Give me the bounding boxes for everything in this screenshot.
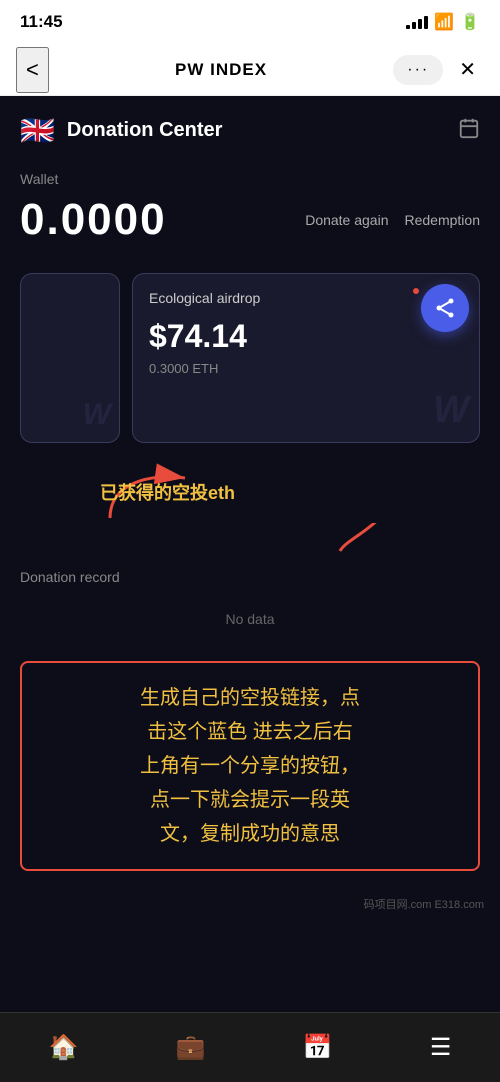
main-content: 🇬🇧 Donation Center Wallet 0.0000 Donate … — [0, 96, 500, 1012]
annotation-arrows — [20, 463, 480, 523]
home-icon: 🏠 — [49, 1033, 79, 1062]
small-card: W — [20, 273, 120, 443]
wallet-amount: 0.0000 — [20, 195, 167, 245]
donation-record-section: Donation record No data — [0, 553, 500, 651]
tab-menu[interactable]: ☰ — [410, 1025, 472, 1070]
signal-icon — [406, 15, 428, 29]
header-section: 🇬🇧 Donation Center — [0, 96, 500, 161]
wallet-actions: Donate again Redemption — [305, 208, 480, 232]
header-left: 🇬🇧 Donation Center — [20, 114, 222, 147]
annotation-box: 生成自己的空投链接，点 击这个蓝色 进去之后右 上角有一个分享的按钮， 点一下就… — [20, 661, 480, 871]
tab-calendar[interactable]: 📅 — [283, 1025, 353, 1070]
watermark-section: 码项目网.com E318.com — [0, 891, 500, 993]
no-data-text: No data — [20, 597, 480, 645]
card-watermark-right: W — [433, 389, 469, 432]
card-section: W Ecological airdrop $74.14 0.3000 ETH W — [0, 263, 500, 463]
airdrop-share-button[interactable] — [421, 284, 469, 332]
annotation-text: 生成自己的空投链接，点 击这个蓝色 进去之后右 上角有一个分享的按钮， 点一下就… — [38, 681, 462, 851]
status-icons: 📶 🔋 — [406, 12, 480, 32]
watermark-text: 码项目网.com E318.com — [364, 899, 484, 911]
calendar-tab-icon: 📅 — [303, 1033, 333, 1062]
tab-bar: 🏠 💼 📅 ☰ — [0, 1012, 500, 1082]
menu-icon: ☰ — [430, 1033, 452, 1062]
card-watermark-left: W — [83, 398, 111, 432]
donate-again-button[interactable]: Donate again — [305, 208, 388, 232]
battery-icon: 🔋 — [460, 12, 480, 32]
airdrop-dot — [413, 288, 419, 294]
nav-bar: < PW INDEX ··· ✕ — [0, 44, 500, 96]
back-button[interactable]: < — [16, 47, 49, 93]
blue-button-arrow — [20, 523, 480, 553]
wallet-icon: 💼 — [176, 1033, 206, 1062]
wifi-icon: 📶 — [434, 12, 454, 32]
redemption-button[interactable]: Redemption — [405, 208, 481, 232]
arrow-section-2 — [0, 523, 500, 553]
donation-record-title: Donation record — [20, 569, 480, 585]
nav-actions: ··· ✕ — [393, 53, 484, 86]
airdrop-amount: $74.14 — [149, 318, 463, 355]
tab-home[interactable]: 🏠 — [29, 1025, 99, 1070]
wallet-row: 0.0000 Donate again Redemption — [20, 195, 480, 245]
calendar-icon[interactable] — [458, 117, 480, 145]
close-button[interactable]: ✕ — [451, 53, 484, 86]
arrow-section: 已获得的空投eth — [0, 463, 500, 523]
flag-icon: 🇬🇧 — [20, 114, 55, 147]
airdrop-label-annotation: 已获得的空投eth — [100, 479, 235, 505]
wallet-label: Wallet — [20, 171, 480, 187]
airdrop-card: Ecological airdrop $74.14 0.3000 ETH W — [132, 273, 480, 443]
wallet-section: Wallet 0.0000 Donate again Redemption — [0, 161, 500, 263]
nav-title: PW INDEX — [175, 60, 267, 80]
page-title: Donation Center — [67, 119, 223, 142]
airdrop-eth: 0.3000 ETH — [149, 361, 463, 376]
status-time: 11:45 — [20, 12, 63, 32]
more-options-button[interactable]: ··· — [393, 55, 443, 85]
tab-wallet[interactable]: 💼 — [156, 1025, 226, 1070]
status-bar: 11:45 📶 🔋 — [0, 0, 500, 44]
